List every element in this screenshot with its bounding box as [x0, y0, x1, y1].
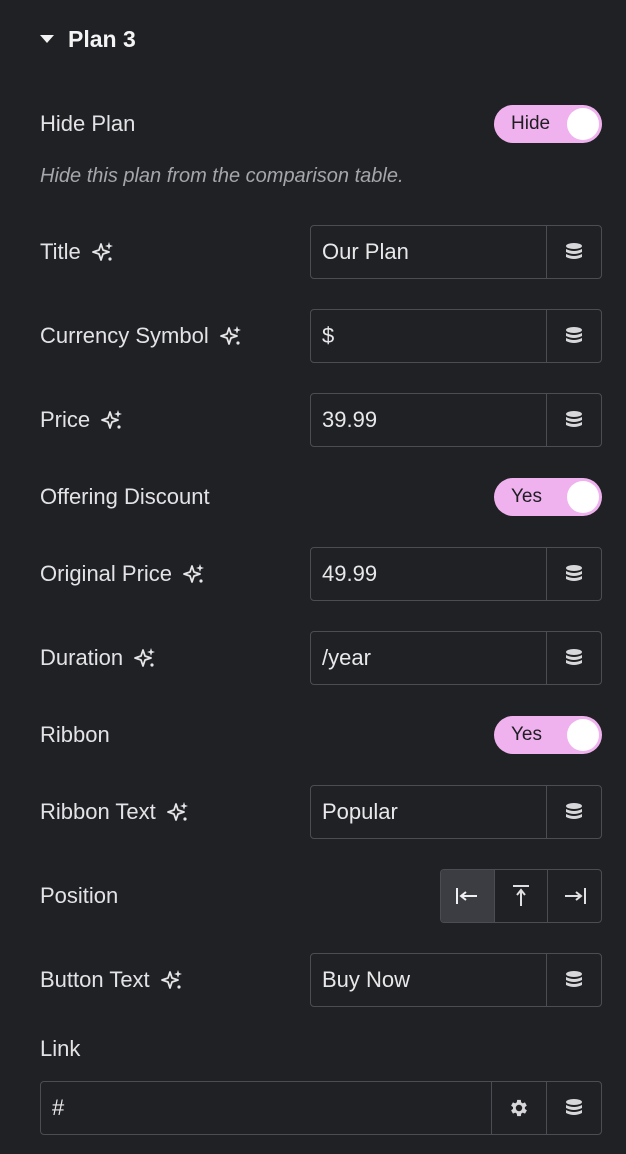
original-price-dynamic-button[interactable]	[546, 548, 601, 600]
price-dynamic-button[interactable]	[546, 394, 601, 446]
title-dynamic-button[interactable]	[546, 226, 601, 278]
button-text-label: Button Text	[40, 965, 184, 995]
position-right-button[interactable]	[547, 870, 601, 922]
database-icon	[566, 327, 582, 343]
button-text-label-text: Button Text	[40, 967, 150, 992]
offering-discount-label: Offering Discount	[40, 482, 210, 512]
section-title: Plan 3	[68, 25, 136, 52]
hide-plan-description: Hide this plan from the comparison table…	[40, 165, 404, 187]
button-text-dynamic-button[interactable]	[546, 954, 601, 1006]
position-options	[440, 869, 602, 923]
duration-input[interactable]	[311, 632, 546, 684]
sparkle-icon[interactable]	[133, 646, 157, 670]
ribbon-label: Ribbon	[40, 720, 110, 750]
hide-plan-label-text: Hide Plan	[40, 111, 136, 136]
original-price-field	[310, 547, 602, 601]
ribbon-toggle-text: Yes	[511, 724, 542, 745]
align-right-icon	[564, 888, 586, 904]
currency-symbol-dynamic-button[interactable]	[546, 310, 601, 362]
database-icon	[566, 243, 582, 259]
ribbon-text-label-text: Ribbon Text	[40, 799, 156, 824]
ribbon-label-text: Ribbon	[40, 722, 110, 747]
database-icon	[566, 649, 582, 665]
link-input[interactable]	[41, 1082, 491, 1134]
database-icon	[566, 971, 582, 987]
toggle-knob	[567, 719, 599, 751]
price-label-text: Price	[40, 407, 91, 432]
hide-plan-toggle-text: Hide	[511, 113, 551, 134]
link-label: Link	[40, 1034, 80, 1064]
button-text-field	[310, 953, 602, 1007]
original-price-input[interactable]	[311, 548, 546, 600]
link-dynamic-button[interactable]	[546, 1082, 601, 1134]
position-top-button[interactable]	[493, 870, 548, 922]
sparkle-icon[interactable]	[166, 800, 190, 824]
sparkle-icon[interactable]	[219, 324, 243, 348]
offering-discount-label-text: Offering Discount	[40, 484, 210, 509]
offering-discount-toggle[interactable]: Yes	[494, 478, 602, 516]
title-label: Title	[40, 237, 115, 267]
duration-field	[310, 631, 602, 685]
sparkle-icon[interactable]	[160, 968, 184, 992]
position-left-button[interactable]	[441, 870, 494, 922]
position-label-text: Position	[40, 883, 119, 908]
title-field	[310, 225, 602, 279]
align-top-icon	[513, 885, 529, 906]
position-label: Position	[40, 881, 118, 911]
ribbon-toggle[interactable]: Yes	[494, 716, 602, 754]
hide-plan-toggle[interactable]: Hide	[494, 105, 602, 143]
ribbon-text-dynamic-button[interactable]	[546, 786, 601, 838]
database-icon	[566, 803, 582, 819]
toggle-knob	[567, 481, 599, 513]
duration-dynamic-button[interactable]	[546, 632, 601, 684]
link-settings-button[interactable]	[491, 1082, 546, 1134]
title-input[interactable]	[311, 226, 546, 278]
currency-symbol-field	[310, 309, 602, 363]
ribbon-text-input[interactable]	[311, 786, 546, 838]
gear-icon	[511, 1099, 527, 1117]
ribbon-text-field	[310, 785, 602, 839]
caret-down-icon	[40, 35, 54, 43]
link-field	[40, 1081, 602, 1135]
toggle-knob	[567, 108, 599, 140]
price-label: Price	[40, 405, 124, 435]
link-label-text: Link	[40, 1036, 81, 1061]
currency-symbol-label-text: Currency Symbol	[40, 323, 209, 348]
price-field	[310, 393, 602, 447]
sparkle-icon[interactable]	[100, 408, 124, 432]
currency-symbol-input[interactable]	[311, 310, 546, 362]
offering-discount-toggle-text: Yes	[511, 486, 542, 507]
sparkle-icon[interactable]	[91, 240, 115, 264]
database-icon	[566, 411, 582, 427]
database-icon	[566, 565, 582, 581]
original-price-label-text: Original Price	[40, 561, 173, 586]
currency-symbol-label: Currency Symbol	[40, 321, 243, 351]
price-input[interactable]	[311, 394, 546, 446]
align-left-icon	[456, 888, 478, 904]
duration-label: Duration	[40, 643, 157, 673]
ribbon-text-label: Ribbon Text	[40, 797, 190, 827]
sparkle-icon[interactable]	[182, 562, 206, 586]
title-label-text: Title	[40, 239, 81, 264]
button-text-input[interactable]	[311, 954, 546, 1006]
duration-label-text: Duration	[40, 645, 124, 670]
database-icon	[566, 1099, 582, 1115]
hide-plan-label: Hide Plan	[40, 109, 135, 139]
section-header-plan-3[interactable]: Plan 3	[40, 24, 136, 54]
original-price-label: Original Price	[40, 559, 206, 589]
